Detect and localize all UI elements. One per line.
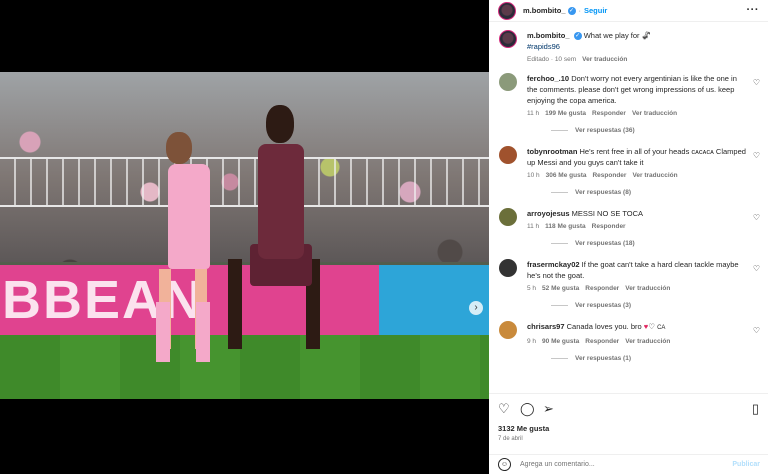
comment: arroyojesus MESSI NO SE TOCA 11 h 118 Me… — [489, 208, 768, 247]
emoji-icon[interactable]: ☺ — [498, 458, 511, 471]
comment-input[interactable]: Agrega un comentario... — [520, 461, 595, 468]
publish-button[interactable]: Publicar — [732, 461, 760, 468]
like-heart-icon[interactable]: ♡ — [753, 326, 760, 335]
carousel-next-button[interactable]: › — [469, 301, 483, 315]
comment-avatar[interactable] — [499, 321, 517, 339]
view-replies-button[interactable]: Ver respuestas (3) — [551, 302, 746, 309]
comment: frasermckay02 If the goat can't take a h… — [489, 259, 768, 309]
post-photo[interactable]: BBEAN › — [0, 72, 489, 399]
comment-text: Canada loves you. bro — [566, 322, 642, 331]
comment-text: MESSI NO SE TOCA — [571, 209, 644, 218]
translate-link[interactable]: Ver traducción — [632, 172, 677, 179]
comment-username[interactable]: ferchoo_.10 — [527, 74, 569, 83]
author-avatar[interactable] — [498, 1, 516, 20]
translate-link[interactable]: Ver traducción — [632, 110, 677, 117]
add-comment-bar: ☺ Agrega un comentario... Publicar — [489, 454, 768, 474]
comment-username[interactable]: frasermckay02 — [527, 260, 580, 269]
like-heart-icon[interactable]: ♡ — [498, 401, 510, 417]
caption: m.bombito_ ✓ What we play for 🦨 #rapids9… — [489, 30, 768, 63]
media-panel: BBEAN › — [0, 0, 489, 474]
comment-time: 11 h — [527, 223, 540, 230]
view-replies-button[interactable]: Ver respuestas (1) — [551, 355, 746, 362]
reply-button[interactable]: Responder — [592, 223, 626, 230]
follow-button[interactable]: Seguir — [584, 6, 607, 15]
more-icon[interactable]: ··· — [747, 4, 760, 16]
comments-list[interactable]: m.bombito_ ✓ What we play for 🦨 #rapids9… — [489, 30, 768, 393]
verified-icon: ✓ — [567, 6, 576, 15]
comment: chrisars97 Canada loves you. bro ♥♡ CA 9… — [489, 321, 768, 362]
share-icon[interactable]: ➢ — [543, 401, 554, 417]
comment-avatar[interactable] — [499, 259, 517, 277]
stadium-railing — [0, 157, 489, 207]
post-side-panel: m.bombito_ ✓ · Seguir ··· m.bombito_ ✓ W… — [489, 0, 768, 474]
caption-translate-link[interactable]: Ver traducción — [582, 56, 627, 63]
comment-avatar[interactable] — [499, 208, 517, 226]
post-actions: ♡ ◯ ➢ ▯ 3132 Me gusta 7 de abril — [489, 393, 768, 443]
comment-time: 11 h — [527, 110, 540, 117]
bookmark-icon[interactable]: ▯ — [752, 401, 759, 417]
caption-text: What we play for — [583, 31, 640, 40]
like-heart-icon[interactable]: ♡ — [753, 213, 760, 222]
post-header: m.bombito_ ✓ · Seguir ··· — [489, 0, 768, 22]
verified-icon: ✓ — [573, 32, 582, 41]
post-date: 7 de abril — [498, 436, 523, 442]
like-heart-icon[interactable]: ♡ — [753, 151, 760, 160]
comment-time: 5 h — [527, 285, 537, 292]
comment: ferchoo_.10 Don't worry not every argent… — [489, 73, 768, 134]
caption-edited: Editado · 10 sem — [527, 56, 577, 63]
translate-link[interactable]: Ver traducción — [625, 338, 670, 345]
view-replies-button[interactable]: Ver respuestas (18) — [551, 240, 746, 247]
reply-button[interactable]: Responder — [585, 338, 619, 345]
view-replies-button[interactable]: Ver respuestas (8) — [551, 189, 746, 196]
comment: tobynrootman He's rent free in all of yo… — [489, 146, 768, 196]
translate-link[interactable]: Ver traducción — [625, 285, 670, 292]
comment-avatar[interactable] — [499, 146, 517, 164]
comment-text-suffix: CA — [657, 325, 666, 331]
comment-likes[interactable]: 90 Me gusta — [542, 338, 579, 345]
like-heart-icon[interactable]: ♡ — [753, 78, 760, 87]
separator-dot: · — [578, 6, 582, 15]
author-username[interactable]: m.bombito_ — [523, 6, 566, 15]
comment-likes[interactable]: 52 Me gusta — [542, 285, 579, 292]
comment-username[interactable]: arroyojesus — [527, 209, 570, 218]
banner-blue-panel — [379, 265, 489, 335]
comment-username[interactable]: chrisars97 — [527, 322, 565, 331]
caption-emoji: 🦨 — [641, 31, 651, 40]
reply-button[interactable]: Responder — [592, 110, 626, 117]
caption-hashtag[interactable]: #rapids96 — [527, 42, 560, 51]
reply-button[interactable]: Responder — [585, 285, 619, 292]
comment-icon[interactable]: ◯ — [520, 401, 535, 417]
view-replies-button[interactable]: Ver respuestas (36) — [551, 127, 746, 134]
comment-avatar[interactable] — [499, 73, 517, 91]
white-heart-icon: ♡ — [648, 322, 655, 331]
comment-likes[interactable]: 306 Me gusta — [546, 172, 587, 179]
comment-time: 10 h — [527, 172, 540, 179]
caption-username[interactable]: m.bombito_ — [527, 31, 570, 40]
reply-button[interactable]: Responder — [592, 172, 626, 179]
comment-likes[interactable]: 118 Me gusta — [545, 223, 585, 230]
comment-time: 9 h — [527, 338, 537, 345]
likes-count[interactable]: 3132 Me gusta — [498, 424, 549, 433]
comment-username[interactable]: tobynrootman — [527, 147, 577, 156]
caption-avatar[interactable] — [499, 30, 517, 48]
comment-likes[interactable]: 199 Me gusta — [545, 110, 586, 117]
like-heart-icon[interactable]: ♡ — [753, 264, 760, 273]
